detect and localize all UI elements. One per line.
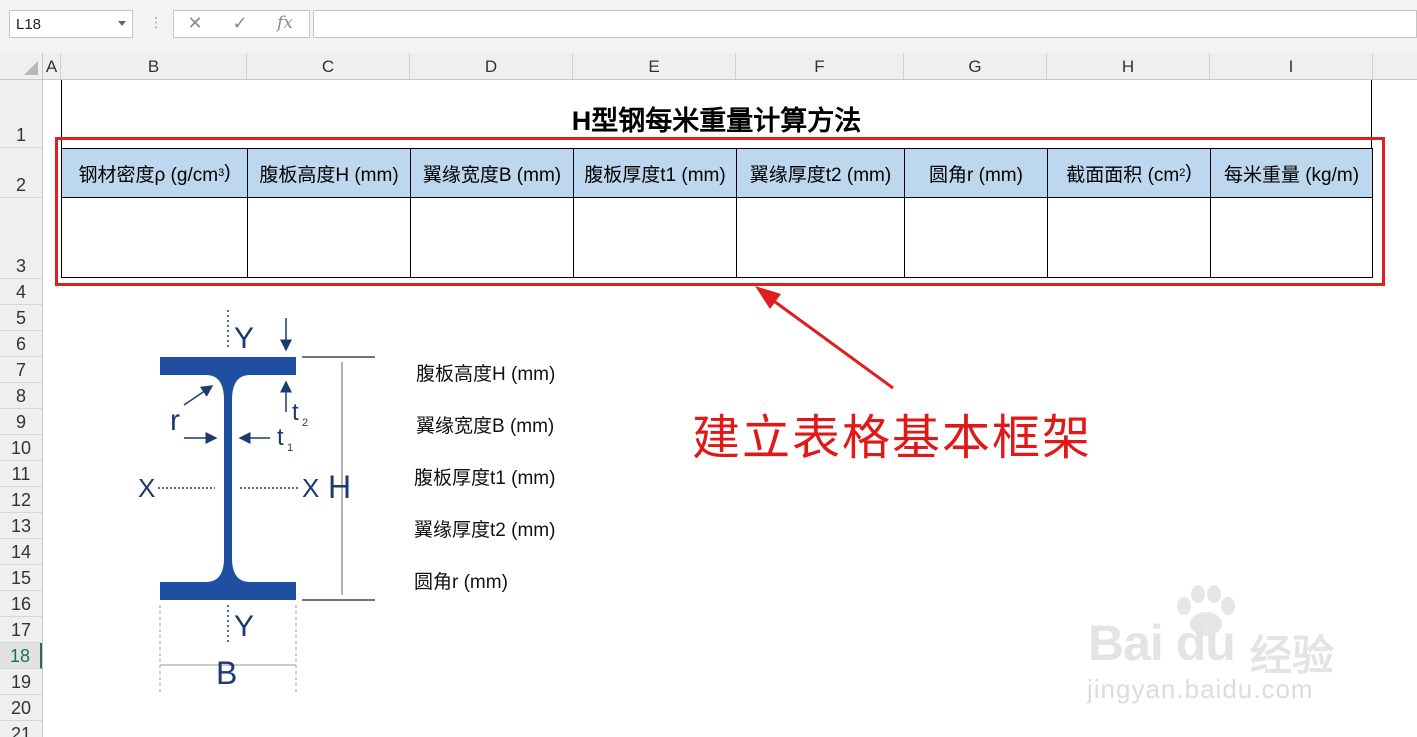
- highlight-frame: [55, 137, 1385, 286]
- row-header-2[interactable]: 2: [0, 148, 42, 198]
- h-beam-shape: [160, 357, 296, 600]
- enter-icon[interactable]: ✓: [227, 13, 253, 34]
- row-header-21[interactable]: 21: [0, 721, 42, 737]
- row-header-3[interactable]: 3: [0, 198, 42, 279]
- x-left-label: X: [138, 473, 155, 503]
- label-web-thickness: 腹板厚度t1 (mm): [414, 468, 556, 489]
- row-headers: 1 2 3 4 5 6 7 8 9 10 11 12 13 14 15 16 1…: [0, 80, 43, 737]
- t1-label: t: [277, 424, 284, 451]
- row-header-9[interactable]: 9: [0, 409, 42, 435]
- row-header-12[interactable]: 12: [0, 487, 42, 513]
- row-header-17[interactable]: 17: [0, 617, 42, 643]
- row-header-19[interactable]: 19: [0, 669, 42, 695]
- select-all-triangle-icon: [24, 61, 38, 75]
- r-label: r: [170, 404, 180, 437]
- formula-input[interactable]: [313, 10, 1417, 38]
- sheet-title: H型钢每米重量计算方法: [571, 106, 862, 136]
- label-web-height: 腹板高度H (mm): [416, 364, 556, 385]
- annotation-text: 建立表格基本框架: [692, 410, 1093, 466]
- row-header-15[interactable]: 15: [0, 565, 42, 591]
- t2-label: t: [292, 399, 299, 426]
- chevron-down-icon[interactable]: [118, 21, 126, 26]
- h-label: H: [328, 469, 351, 505]
- column-header-f[interactable]: F: [736, 53, 904, 79]
- row-header-13[interactable]: 13: [0, 513, 42, 539]
- label-flange-thickness: 翼缘厚度t2 (mm): [414, 520, 556, 541]
- row-header-8[interactable]: 8: [0, 383, 42, 409]
- column-header-g[interactable]: G: [904, 53, 1047, 79]
- row-header-14[interactable]: 14: [0, 539, 42, 565]
- column-header-i[interactable]: I: [1210, 53, 1373, 79]
- label-flange-width: 翼缘宽度B (mm): [416, 416, 555, 437]
- cancel-icon[interactable]: ✕: [182, 13, 208, 34]
- column-header-a[interactable]: A: [43, 53, 61, 79]
- y-top-label: Y: [234, 322, 254, 355]
- t1-sub-label: 1: [287, 442, 293, 454]
- formula-bar: L18 ⋮ ✕ ✓ fx: [0, 0, 1417, 54]
- y-bottom-label: Y: [234, 610, 254, 643]
- row-header-1[interactable]: 1: [0, 80, 42, 148]
- name-box-value: L18: [16, 16, 42, 33]
- watermark-logo: Bai du: [1088, 615, 1236, 671]
- row-header-6[interactable]: 6: [0, 331, 42, 357]
- row-header-20[interactable]: 20: [0, 695, 42, 721]
- b-label: B: [216, 655, 237, 691]
- row-header-18[interactable]: 18: [0, 643, 42, 669]
- r-arrow: [183, 385, 214, 406]
- row-header-7[interactable]: 7: [0, 357, 42, 383]
- name-box[interactable]: L18: [9, 10, 133, 38]
- column-header-c[interactable]: C: [247, 53, 410, 79]
- insert-function-icon[interactable]: fx: [272, 13, 298, 33]
- h-beam-diagram: Y Y X X H B r t 2 t 1: [138, 310, 375, 695]
- row-header-10[interactable]: 10: [0, 435, 42, 461]
- x-right-label: X: [302, 473, 319, 503]
- row-header-5[interactable]: 5: [0, 305, 42, 331]
- t2-sub-label: 2: [302, 417, 308, 429]
- row-header-4[interactable]: 4: [0, 279, 42, 305]
- row-header-16[interactable]: 16: [0, 591, 42, 617]
- select-all-button[interactable]: [0, 53, 43, 79]
- annotation-arrow: [755, 286, 894, 390]
- column-headers: A B C D E F G H I: [0, 53, 1417, 80]
- formula-buttons: ✕ ✓ fx: [173, 10, 310, 38]
- label-fillet-radius: 圆角r (mm): [414, 572, 508, 593]
- column-header-b[interactable]: B: [61, 53, 247, 79]
- column-header-d[interactable]: D: [410, 53, 573, 79]
- watermark-url: jingyan.baidu.com: [1087, 674, 1314, 704]
- column-header-h[interactable]: H: [1047, 53, 1210, 79]
- column-header-e[interactable]: E: [573, 53, 736, 79]
- vertical-dots-icon[interactable]: ⋮: [149, 14, 163, 31]
- row-header-11[interactable]: 11: [0, 461, 42, 487]
